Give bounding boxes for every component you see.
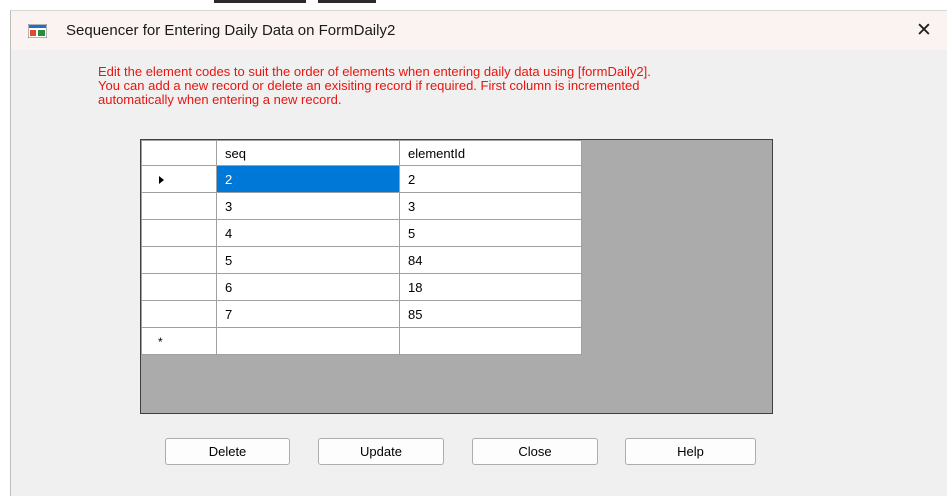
cell-elementid[interactable]: 2 [399,165,582,193]
cell-seq[interactable]: 6 [216,273,400,301]
cell-seq[interactable]: 4 [216,219,400,247]
new-row-asterisk-icon: * [158,334,163,349]
dialog-window: Sequencer for Entering Daily Data on For… [10,10,947,496]
row-header[interactable] [141,192,217,220]
cell-elementid[interactable]: 84 [399,246,582,274]
cell-elementid[interactable]: 85 [399,300,582,328]
table-row[interactable]: 2 2 [141,165,582,193]
row-header[interactable] [141,219,217,247]
new-record-row[interactable]: * [141,327,582,355]
update-button[interactable]: Update [318,438,444,465]
row-header[interactable] [141,300,217,328]
row-header[interactable] [141,165,217,193]
row-header-corner[interactable] [141,140,217,166]
close-button[interactable]: Close [472,438,598,465]
column-header-seq[interactable]: seq [216,140,400,166]
help-button[interactable]: Help [625,438,756,465]
title-bar[interactable]: Sequencer for Entering Daily Data on For… [11,11,947,50]
instructions-text: Edit the element codes to suit the order… [98,65,928,107]
table-row[interactable]: 3 3 [141,192,582,220]
data-grid[interactable]: seq elementId 2 2 3 3 4 5 5 84 6 18 7 85… [140,139,773,414]
row-header[interactable] [141,246,217,274]
background-mark [318,0,376,3]
column-header-elementid[interactable]: elementId [399,140,582,166]
background-strip [0,0,947,10]
row-header[interactable] [141,273,217,301]
cell-seq[interactable]: 3 [216,192,400,220]
table-row[interactable]: 6 18 [141,273,582,301]
grid-table: seq elementId 2 2 3 3 4 5 5 84 6 18 7 85… [141,140,582,355]
close-window-icon[interactable]: ✕ [913,20,935,42]
cell-elementid[interactable]: 5 [399,219,582,247]
cell-seq[interactable]: 2 [216,165,400,193]
current-row-arrow-icon [159,175,164,184]
instruction-line: You can add a new record or delete an ex… [98,78,640,93]
cell-elementid[interactable] [399,327,582,355]
row-header[interactable]: * [141,327,217,355]
background-mark [214,0,306,3]
window-title: Sequencer for Entering Daily Data on For… [66,22,396,39]
cell-elementid[interactable]: 3 [399,192,582,220]
instruction-line: automatically when entering a new record… [98,92,342,107]
table-row[interactable]: 4 5 [141,219,582,247]
cell-seq[interactable]: 7 [216,300,400,328]
cell-seq[interactable] [216,327,400,355]
instruction-line: Edit the element codes to suit the order… [98,64,651,79]
grid-header-row: seq elementId [141,140,582,166]
app-window-icon [28,24,47,38]
delete-button[interactable]: Delete [165,438,290,465]
cell-seq[interactable]: 5 [216,246,400,274]
cell-elementid[interactable]: 18 [399,273,582,301]
table-row[interactable]: 5 84 [141,246,582,274]
table-row[interactable]: 7 85 [141,300,582,328]
